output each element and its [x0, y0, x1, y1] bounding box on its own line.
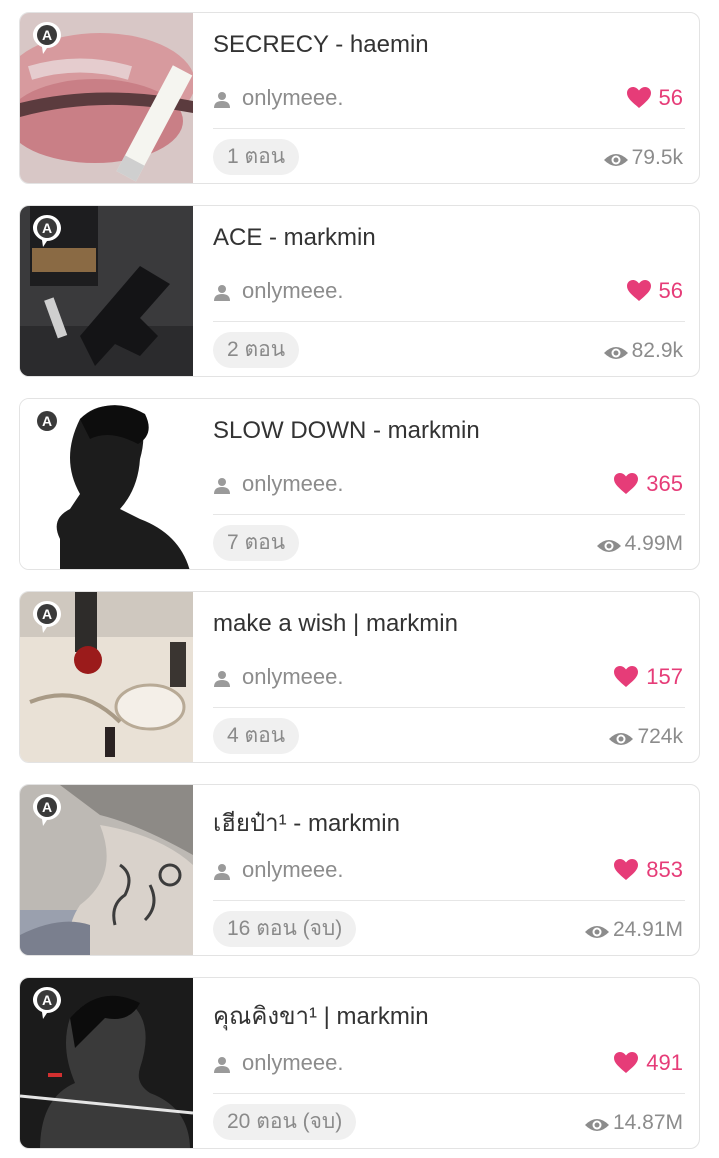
story-title[interactable]: คุณคิงขา¹ | markmin	[213, 996, 687, 1035]
story-title[interactable]: SLOW DOWN - markmin	[213, 417, 687, 445]
author-name: onlymeee.	[242, 1050, 344, 1075]
story-card[interactable]: A ACE - markmin onlymeee. 56 2 ตอน 82.9k	[19, 205, 700, 377]
likes-value: 56	[658, 85, 683, 110]
episode-count-badge: 4 ตอน	[213, 718, 300, 754]
author-badge-icon: A	[32, 214, 62, 248]
author-name: onlymeee.	[242, 278, 344, 303]
author-name: onlymeee.	[242, 85, 344, 110]
svg-text:A: A	[42, 606, 52, 622]
heart-icon	[614, 666, 639, 688]
eye-icon	[609, 729, 634, 745]
likes-count: 491	[614, 1048, 683, 1078]
views-value: 82.9k	[631, 339, 683, 362]
views-value: 79.5k	[631, 146, 683, 169]
story-title[interactable]: make a wish | markmin	[213, 610, 687, 638]
author-row[interactable]: onlymeee.	[214, 85, 344, 111]
author-row[interactable]: onlymeee.	[214, 471, 344, 497]
view-count: 82.9k	[603, 336, 683, 366]
user-icon	[214, 861, 230, 880]
likes-value: 56	[658, 278, 683, 303]
cover-image[interactable]: A	[20, 978, 193, 1148]
story-title[interactable]: SECRECY - haemin	[213, 31, 687, 59]
svg-text:A: A	[42, 992, 52, 1008]
likes-count: 56	[626, 83, 683, 113]
author-name: onlymeee.	[242, 857, 344, 882]
eye-icon	[596, 536, 621, 552]
cover-image[interactable]: A	[20, 592, 193, 762]
episode-count-badge: 1 ตอน	[213, 139, 300, 175]
cover-image[interactable]: A	[20, 13, 193, 183]
svg-text:A: A	[42, 220, 52, 236]
heart-icon	[614, 1052, 639, 1074]
views-value: 24.91M	[612, 918, 683, 941]
user-icon	[214, 89, 230, 108]
view-count: 24.91M	[584, 915, 683, 945]
eye-icon	[584, 1115, 609, 1131]
heart-icon	[626, 87, 651, 109]
story-card[interactable]: A SECRECY - haemin onlymeee. 56 1 ตอน 79.5k	[19, 12, 700, 184]
likes-count: 157	[614, 662, 683, 692]
likes-count: 56	[626, 276, 683, 306]
author-badge-icon: A	[32, 986, 62, 1020]
heart-icon	[614, 473, 639, 495]
likes-value: 157	[646, 664, 683, 689]
story-list: A SECRECY - haemin onlymeee. 56 1 ตอน 79.5k A A…	[0, 0, 719, 1158]
view-count: 4.99M	[596, 529, 683, 559]
likes-count: 853	[614, 855, 683, 885]
heart-icon	[626, 280, 651, 302]
divider	[213, 321, 685, 322]
episode-count-badge: 7 ตอน	[213, 525, 300, 561]
user-icon	[214, 1054, 230, 1073]
story-card[interactable]: Amake a wish | markmin onlymeee. 157 4 ตอน 7…	[19, 591, 700, 763]
story-card[interactable]: A คุณคิงขา¹ | markmin onlymeee. 491 20 ตอน (…	[19, 977, 700, 1149]
episode-count-badge: 2 ตอน	[213, 332, 300, 368]
episode-count-badge: 20 ตอน (จบ)	[213, 1104, 357, 1140]
divider	[213, 514, 685, 515]
divider	[213, 900, 685, 901]
divider	[213, 1093, 685, 1094]
story-card[interactable]: A เฮียป๋า¹ - markmin onlymeee. 853 16 ตอน (จ…	[19, 784, 700, 956]
likes-value: 853	[646, 857, 683, 882]
svg-text:A: A	[42, 413, 52, 429]
heart-icon	[614, 859, 639, 881]
eye-icon	[584, 922, 609, 938]
divider	[213, 707, 685, 708]
likes-value: 365	[646, 471, 683, 496]
view-count: 724k	[609, 722, 683, 752]
story-title[interactable]: ACE - markmin	[213, 224, 687, 252]
svg-text:A: A	[42, 799, 52, 815]
likes-count: 365	[614, 469, 683, 499]
author-row[interactable]: onlymeee.	[214, 278, 344, 304]
author-name: onlymeee.	[242, 471, 344, 496]
user-icon	[214, 282, 230, 301]
author-badge-icon: A	[32, 407, 62, 441]
views-value: 724k	[637, 725, 683, 748]
eye-icon	[603, 150, 628, 166]
eye-icon	[603, 343, 628, 359]
episode-count-badge: 16 ตอน (จบ)	[213, 911, 357, 947]
cover-image[interactable]: A	[20, 206, 193, 376]
view-count: 14.87M	[584, 1108, 683, 1138]
author-row[interactable]: onlymeee.	[214, 857, 344, 883]
cover-image[interactable]: A	[20, 785, 193, 955]
author-name: onlymeee.	[242, 664, 344, 689]
user-icon	[214, 668, 230, 687]
author-badge-icon: A	[32, 793, 62, 827]
story-card[interactable]: A SLOW DOWN - markmin onlymeee. 365 7 ตอน 4.9…	[19, 398, 700, 570]
story-title[interactable]: เฮียป๋า¹ - markmin	[213, 803, 687, 842]
author-badge-icon: A	[32, 600, 62, 634]
svg-text:A: A	[42, 27, 52, 43]
cover-image[interactable]: A	[20, 399, 193, 569]
user-icon	[214, 475, 230, 494]
author-badge-icon: A	[32, 21, 62, 55]
divider	[213, 128, 685, 129]
views-value: 14.87M	[612, 1111, 683, 1134]
author-row[interactable]: onlymeee.	[214, 664, 344, 690]
views-value: 4.99M	[624, 532, 683, 555]
view-count: 79.5k	[603, 143, 683, 173]
author-row[interactable]: onlymeee.	[214, 1050, 344, 1076]
likes-value: 491	[646, 1050, 683, 1075]
